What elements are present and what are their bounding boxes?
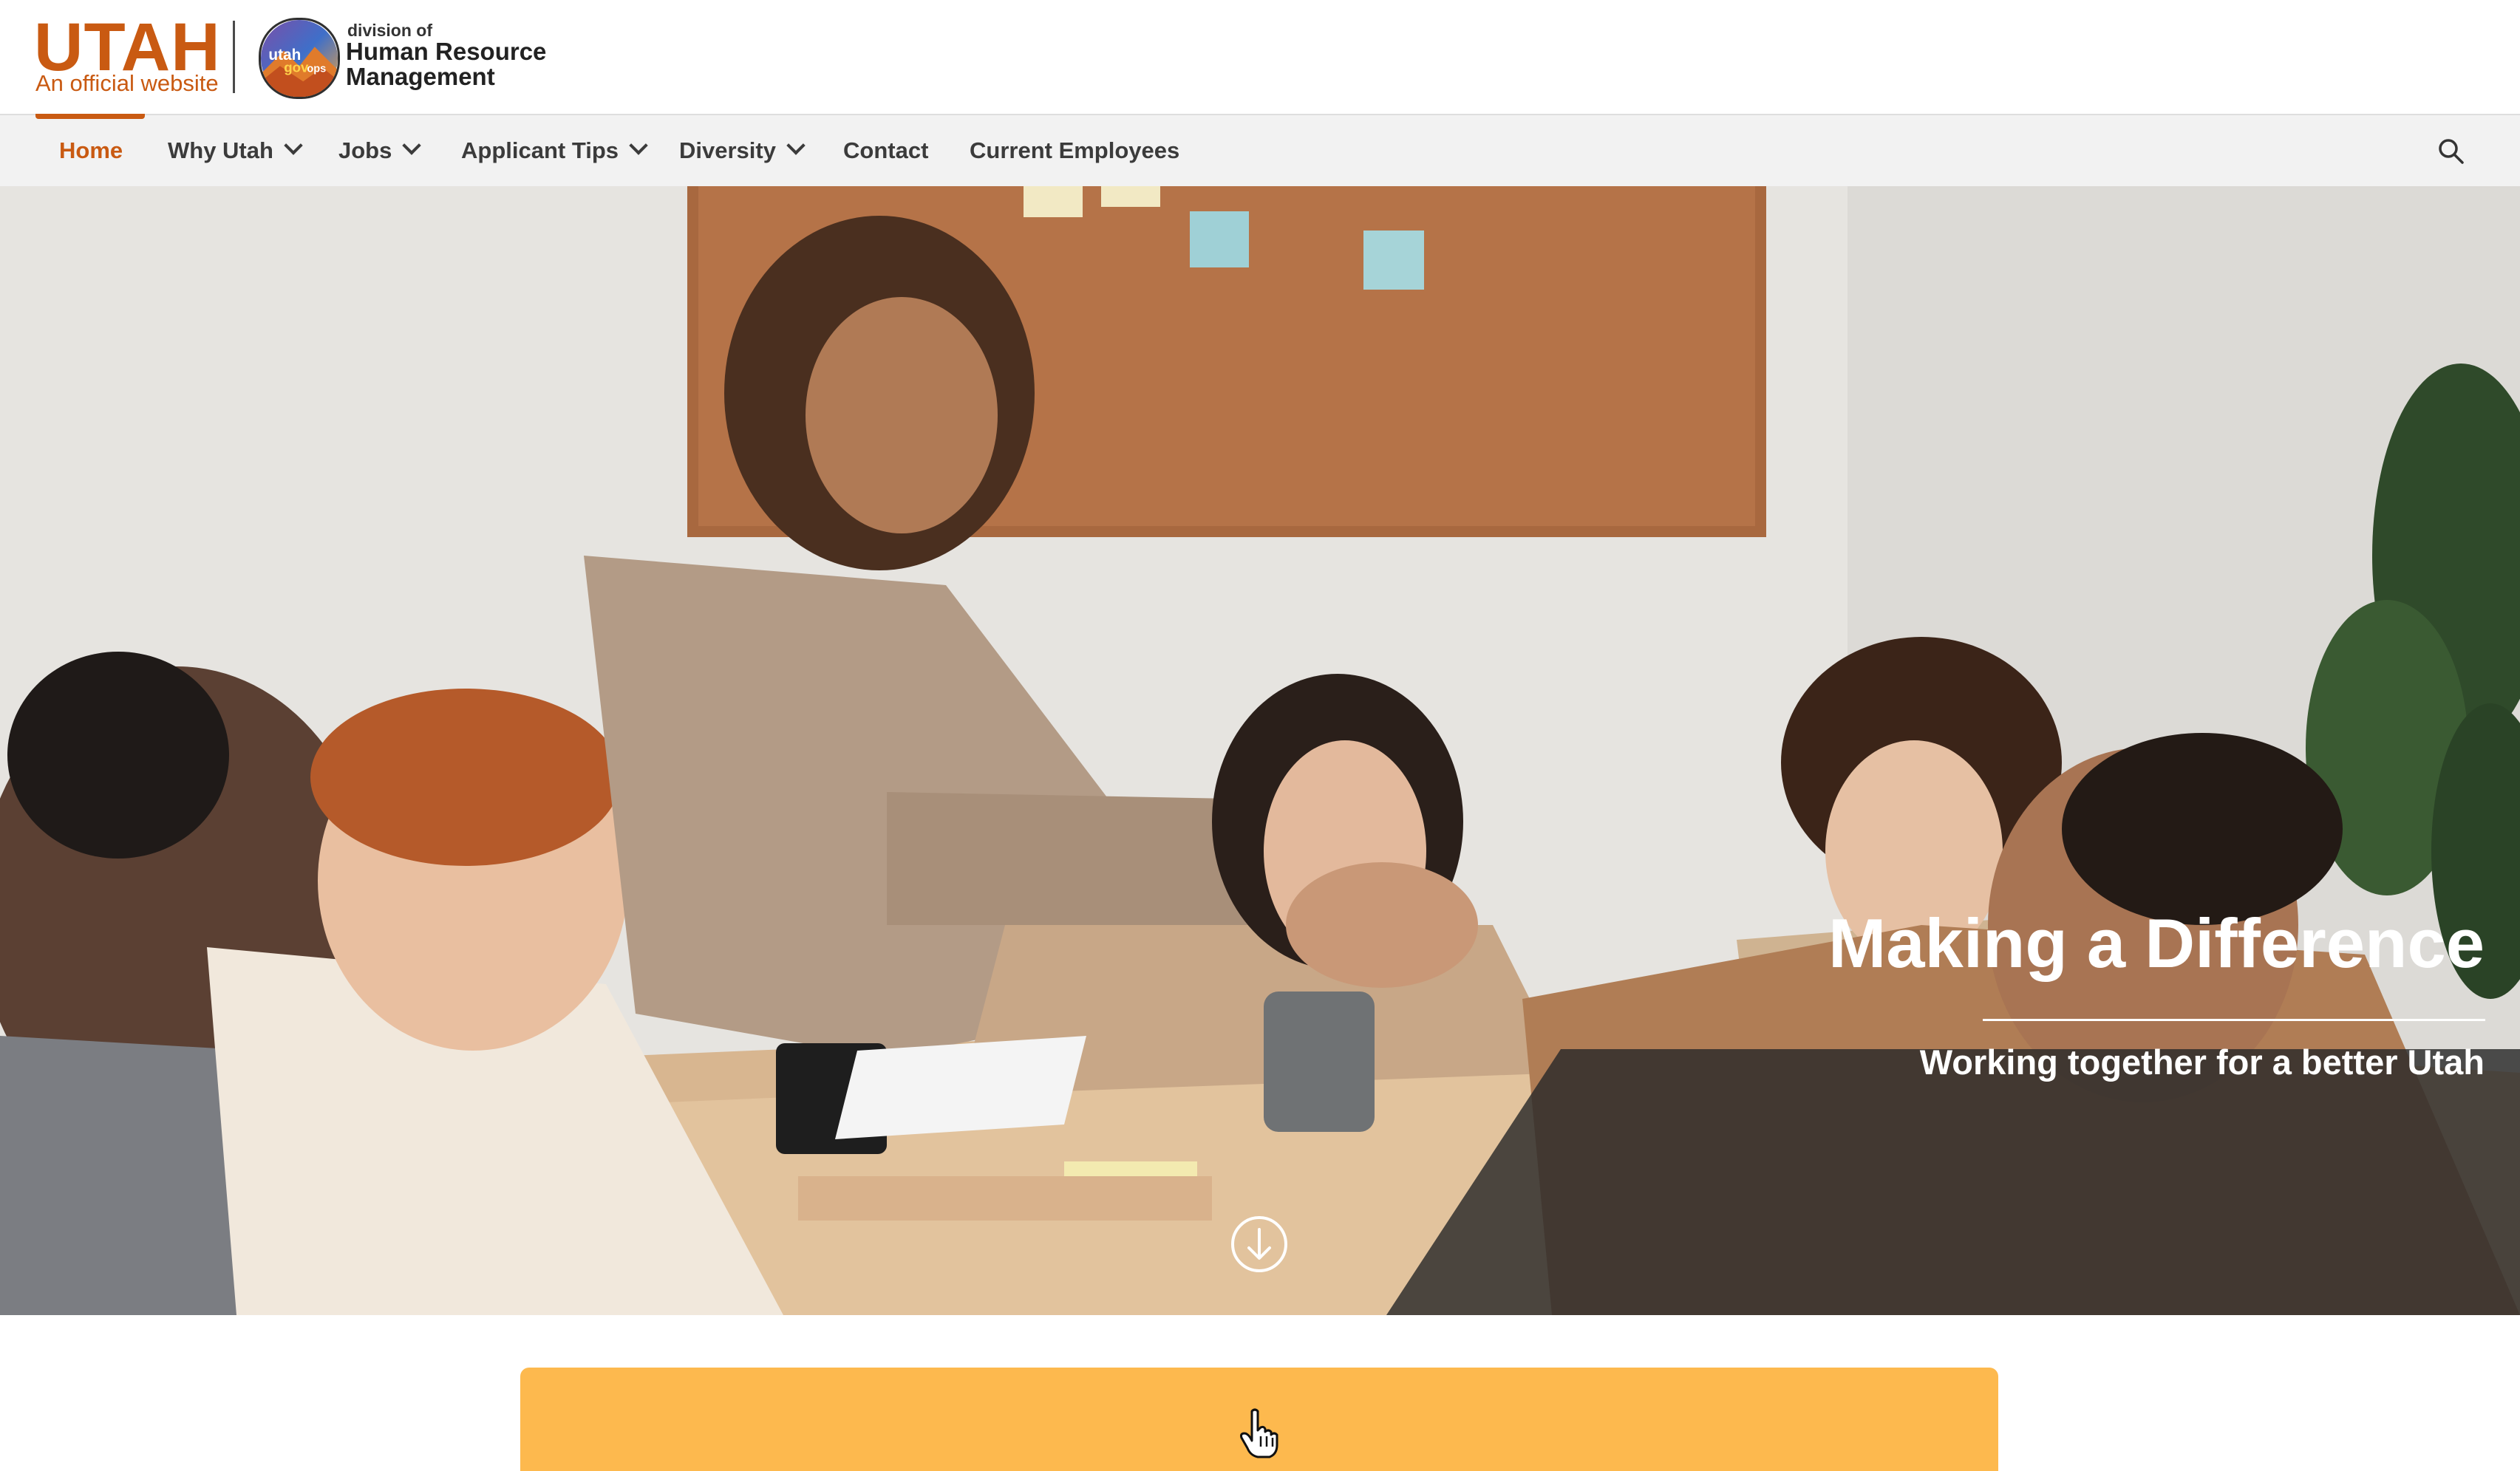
nav-item-label: Current Employees	[970, 137, 1180, 163]
nav-item-label: Home	[59, 137, 123, 163]
nav-active-indicator	[35, 114, 145, 119]
search-icon[interactable]	[2436, 136, 2465, 165]
hero-team-photo	[0, 186, 2520, 1315]
badge-text-ops: ops	[307, 64, 326, 75]
hero-banner: Making a Difference Working together for…	[0, 186, 2520, 1315]
chevron-down-icon	[402, 136, 422, 155]
chevron-down-icon	[629, 136, 648, 155]
nav-item-why-utah[interactable]: Why Utah	[168, 115, 303, 186]
hero-subtitle: Working together for a better Utah	[1919, 1042, 2485, 1082]
official-website-label[interactable]: An official website	[35, 69, 219, 98]
utah-govops-badge-icon[interactable]: utah gov ops	[259, 18, 340, 99]
nav-item-label: Applicant Tips	[461, 137, 619, 163]
hero-divider	[1983, 1019, 2485, 1021]
chevron-down-icon	[786, 136, 806, 155]
chevron-down-icon	[284, 136, 303, 155]
nav-item-label: Why Utah	[168, 137, 273, 163]
nav-item-label: Jobs	[338, 137, 392, 163]
nav-item-current-employees[interactable]: Current Employees	[970, 115, 1179, 186]
agency-name-line2[interactable]: Management	[346, 64, 495, 90]
nav-item-home[interactable]: Home	[59, 115, 123, 186]
nav-item-contact[interactable]: Contact	[843, 115, 928, 186]
nav-item-applicant-tips[interactable]: Applicant Tips	[461, 115, 648, 186]
hand-pointer-icon	[1240, 1408, 1278, 1458]
badge-text-gov: gov	[284, 60, 309, 75]
main-nav: Home Why Utah Jobs Applicant Tips Divers…	[0, 115, 2520, 187]
agency-name-line1[interactable]: Human Resource	[346, 38, 546, 65]
brand-divider	[233, 21, 235, 93]
nav-item-jobs[interactable]: Jobs	[338, 115, 422, 186]
nav-item-diversity[interactable]: Diversity	[679, 115, 806, 186]
nav-item-label: Contact	[843, 137, 929, 163]
nav-item-label: Diversity	[679, 137, 776, 163]
arrow-down-circle-icon[interactable]	[1230, 1215, 1289, 1274]
site-header: UTAH An official website utah gov ops di…	[0, 0, 2520, 115]
hero-title: Making a Difference	[1828, 904, 2485, 982]
